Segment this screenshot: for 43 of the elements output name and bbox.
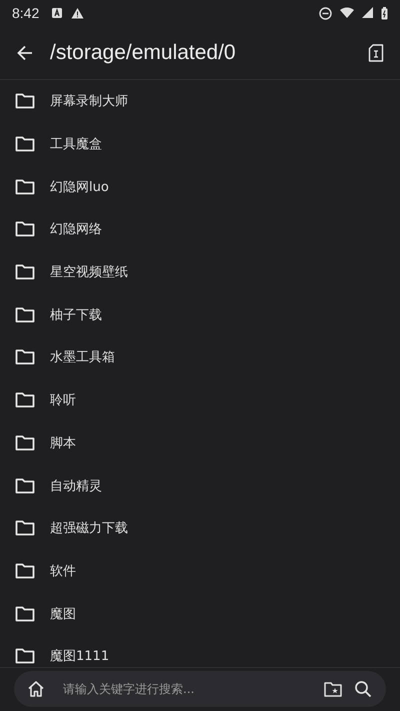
folder-item[interactable]: 星空视频壁纸	[50, 263, 128, 282]
warning-icon	[71, 7, 84, 19]
folder-icon	[15, 520, 35, 536]
folder-item[interactable]: 软件	[50, 562, 76, 580]
folder-item[interactable]: 自动精灵	[50, 476, 102, 495]
do-not-disturb-icon	[319, 6, 332, 20]
folder-icon	[15, 434, 35, 451]
search-bar[interactable]: 请输入关键字进行搜索...	[14, 671, 386, 707]
notification-icon	[51, 7, 64, 19]
folder-icon	[15, 264, 35, 280]
folder-icon	[15, 349, 35, 366]
folder-item[interactable]: 超强磁力下载	[50, 519, 128, 538]
folder-item[interactable]: 工具魔盒	[50, 135, 102, 154]
sd-card-icon[interactable]	[368, 44, 384, 62]
path-title: /storage/emulated/0	[50, 40, 237, 64]
folder-icon	[15, 648, 35, 664]
folder-item[interactable]: 屏幕录制大师	[50, 92, 128, 110]
battery-icon	[381, 6, 388, 20]
search-field[interactable]: 请输入关键字进行搜索...	[61, 681, 312, 697]
folder-item[interactable]: 幻隐网luo	[50, 178, 109, 196]
folder-item[interactable]: 幻隐网络	[50, 220, 102, 238]
home-icon[interactable]	[27, 680, 45, 698]
folder-icon	[15, 221, 35, 238]
folder-icon	[15, 136, 35, 152]
folder-icon	[15, 606, 35, 622]
folder-icon	[15, 306, 35, 323]
folder-icon	[15, 178, 35, 195]
folder-item[interactable]: 水墨工具箱	[50, 348, 115, 366]
folder-item[interactable]: 魔图	[50, 604, 76, 623]
starred-folder-icon[interactable]	[324, 681, 342, 697]
wifi-icon	[340, 7, 354, 19]
folder-icon	[15, 478, 35, 494]
back-button[interactable]	[16, 44, 34, 62]
signal-icon	[362, 7, 373, 19]
folder-item[interactable]: 聆听	[50, 391, 76, 410]
folder-icon	[15, 93, 35, 110]
status-time: 8:42	[12, 5, 40, 21]
folder-item[interactable]: 魔图1111	[50, 647, 110, 666]
folder-icon	[15, 562, 35, 579]
folder-item[interactable]: 柚子下载	[50, 306, 102, 324]
search-icon[interactable]	[354, 680, 372, 698]
folder-item[interactable]: 脚本	[50, 434, 76, 452]
folder-icon	[15, 392, 35, 408]
